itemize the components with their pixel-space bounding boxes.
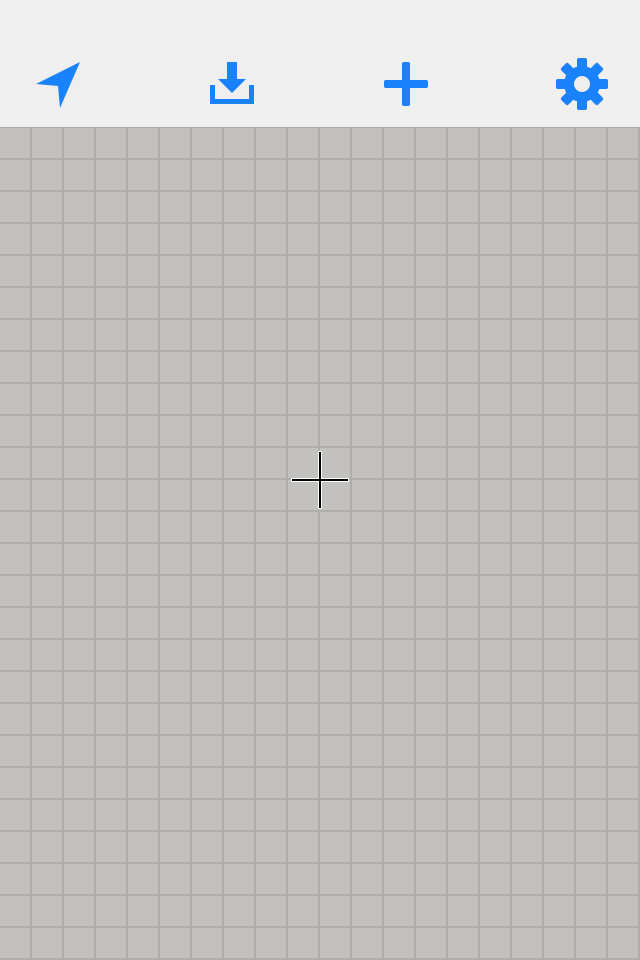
download-button[interactable] [200, 52, 264, 116]
crosshair-icon [291, 451, 349, 509]
add-button[interactable] [374, 52, 438, 116]
location-arrow-icon [36, 62, 80, 108]
toolbar [0, 0, 640, 128]
download-icon [210, 62, 254, 104]
map-app [0, 0, 640, 960]
settings-button[interactable] [550, 52, 614, 116]
gear-icon [556, 58, 608, 110]
locate-button[interactable] [24, 52, 88, 116]
map-canvas[interactable] [0, 128, 640, 960]
plus-icon [384, 62, 428, 106]
